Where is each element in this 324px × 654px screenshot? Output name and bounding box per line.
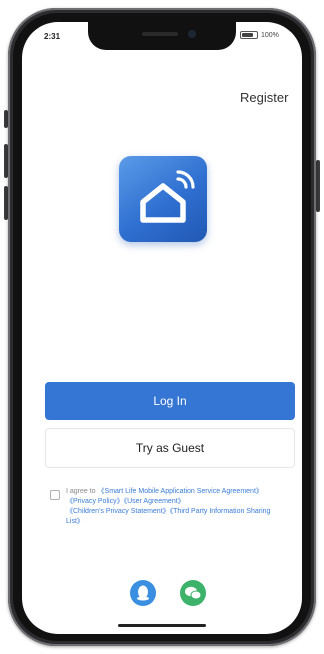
service-agreement-link[interactable]: 《Smart Life Mobile Application Service A… — [98, 488, 263, 495]
qq-icon — [137, 585, 149, 601]
try-as-guest-button[interactable]: Try as Guest — [45, 428, 295, 468]
register-link[interactable]: Register — [240, 90, 288, 105]
wechat-login-button[interactable] — [180, 580, 206, 606]
battery-percent: 100% — [261, 31, 279, 39]
house-with-signal-icon — [140, 170, 195, 223]
user-agreement-link[interactable]: 《User Agreement》 — [124, 498, 185, 505]
home-indicator[interactable] — [118, 624, 206, 627]
agreement-checkbox[interactable] — [50, 490, 60, 500]
phone-screen: 2:31 100% Register Log In Try as Guest I… — [22, 22, 302, 634]
agreement-text: I agree to 《Smart Life Mobile Applicatio… — [66, 487, 282, 527]
speaker-grille — [142, 32, 178, 36]
login-button[interactable]: Log In — [45, 382, 295, 420]
childrens-privacy-link[interactable]: 《Children's Privacy Statement》 — [66, 508, 170, 515]
power-button — [316, 160, 320, 212]
privacy-policy-link[interactable]: 《Privacy Policy》 — [66, 498, 124, 505]
status-time: 2:31 — [44, 32, 61, 41]
agreement-prefix: I agree to — [66, 488, 98, 495]
front-camera — [188, 30, 196, 38]
notch — [88, 22, 236, 50]
qq-login-button[interactable] — [130, 580, 156, 606]
wechat-icon — [185, 586, 202, 600]
status-icons: 100% — [240, 30, 279, 40]
smart-home-app-icon — [119, 156, 207, 242]
battery-icon — [240, 31, 258, 39]
